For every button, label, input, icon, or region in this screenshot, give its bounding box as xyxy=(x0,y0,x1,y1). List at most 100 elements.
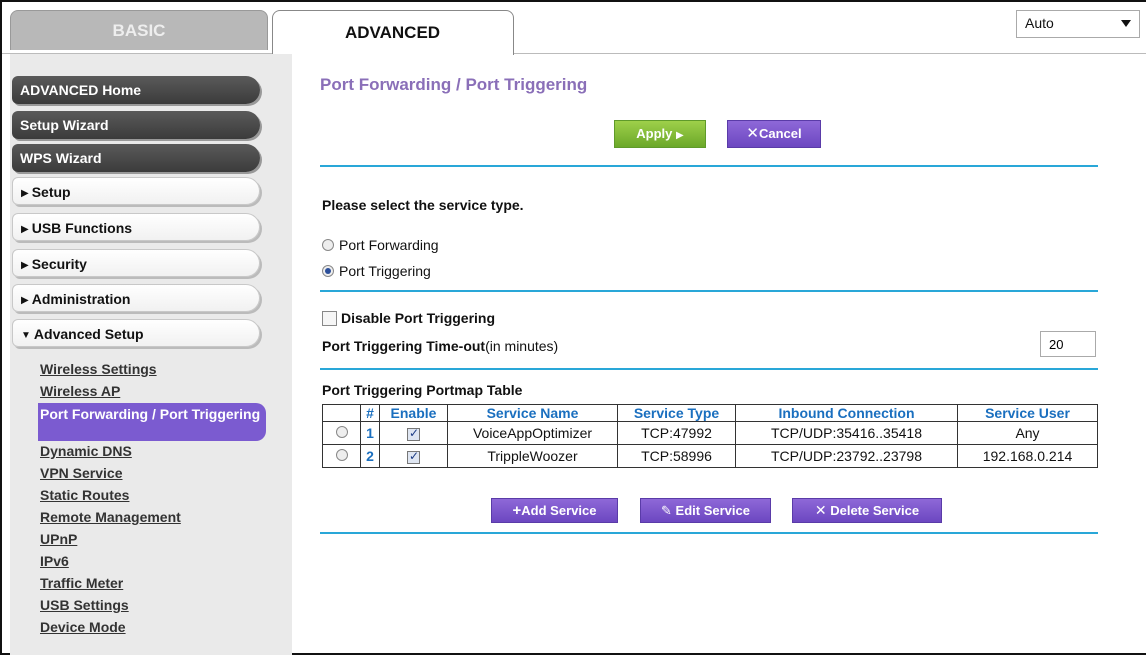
triangle-right-icon: ▶ xyxy=(21,295,29,306)
sidebar-setup-wizard-button[interactable]: Setup Wizard xyxy=(12,111,260,139)
sidebar-item-wireless-settings[interactable]: Wireless Settings xyxy=(40,359,268,381)
delete-service-label: Delete Service xyxy=(830,503,920,518)
router-admin-window: BASIC ADVANCED Auto ADVANCED Home Setup … xyxy=(0,0,1146,655)
sidebar-item-dynamic-dns[interactable]: Dynamic DNS xyxy=(40,441,268,463)
table-header: Service User xyxy=(957,404,1098,422)
sidebar-item-wireless-ap[interactable]: Wireless AP xyxy=(40,381,268,403)
delete-service-button[interactable]: ✕ Delete Service xyxy=(792,498,942,523)
radio-port-triggering[interactable]: Port Triggering xyxy=(322,263,431,279)
row-service-type: TCP:47992 xyxy=(617,421,736,445)
radio-label: Port Triggering xyxy=(339,263,431,279)
timeout-label: Port Triggering Time-out(in minutes) xyxy=(322,338,558,354)
tab-basic[interactable]: BASIC xyxy=(10,10,268,50)
tab-advanced[interactable]: ADVANCED xyxy=(272,10,514,55)
timeout-input[interactable] xyxy=(1040,331,1096,357)
sidebar-item-traffic-meter[interactable]: Traffic Meter xyxy=(40,573,268,595)
pencil-icon: ✎ xyxy=(661,503,672,518)
sidebar-section-label: Security xyxy=(31,256,87,272)
plus-icon: + xyxy=(512,502,522,519)
row-enable-checkbox[interactable] xyxy=(407,426,420,441)
table-header: Inbound Connection xyxy=(735,404,958,422)
cancel-button-label: Cancel xyxy=(758,126,802,141)
sidebar-section-security[interactable]: ▶ Security xyxy=(12,249,260,277)
disable-port-triggering-row[interactable]: Disable Port Triggering xyxy=(322,310,495,326)
row-enable-cell xyxy=(379,421,448,445)
edit-service-button[interactable]: ✎ Edit Service xyxy=(640,498,771,523)
row-number: 1 xyxy=(360,421,380,445)
sidebar-item-device-mode[interactable]: Device Mode xyxy=(40,617,268,639)
sidebar-item-remote-management[interactable]: Remote Management xyxy=(40,507,268,529)
language-select-value: Auto xyxy=(1025,15,1054,31)
triangle-right-icon: ▶ xyxy=(21,188,29,199)
sidebar-item-ipv6[interactable]: IPv6 xyxy=(40,551,268,573)
timeout-label-bold: Port Triggering Time-out xyxy=(322,338,486,354)
add-service-button[interactable]: +Add Service xyxy=(491,498,618,523)
divider xyxy=(320,165,1098,167)
sidebar-wps-wizard-button[interactable]: WPS Wizard xyxy=(12,144,260,172)
main-content: Port Forwarding / Port Triggering Apply … xyxy=(302,54,1146,655)
table-header: # xyxy=(360,404,380,422)
row-service-user: Any xyxy=(957,421,1098,445)
divider xyxy=(320,368,1098,370)
language-select[interactable]: Auto xyxy=(1016,10,1140,38)
sidebar-item-upnp[interactable]: UPnP xyxy=(40,529,268,551)
cancel-button[interactable]: ✕Cancel xyxy=(727,120,821,148)
divider xyxy=(320,290,1098,292)
row-select-radio[interactable] xyxy=(335,426,348,438)
row-service-name: VoiceAppOptimizer xyxy=(447,421,618,445)
add-service-label: Add Service xyxy=(521,503,597,518)
divider xyxy=(320,532,1098,534)
close-icon: ✕ xyxy=(746,125,759,142)
close-icon: ✕ xyxy=(814,502,827,518)
row-select-cell xyxy=(322,444,361,468)
row-select-cell xyxy=(322,421,361,445)
play-arrow-icon: ▶ xyxy=(676,130,684,141)
sidebar-section-label: USB Functions xyxy=(31,220,133,236)
sidebar-section-administration[interactable]: ▶ Administration xyxy=(12,284,260,312)
sidebar-advanced-home-button[interactable]: ADVANCED Home xyxy=(12,76,260,104)
sidebar-item-usb-settings[interactable]: USB Settings xyxy=(40,595,268,617)
row-select-radio[interactable] xyxy=(335,449,348,461)
sidebar-item-port-forwarding[interactable]: Port Forwarding / Port Triggering xyxy=(38,403,266,441)
disable-port-triggering-label: Disable Port Triggering xyxy=(341,310,496,326)
triangle-right-icon: ▶ xyxy=(21,260,29,271)
row-enable-checkbox[interactable] xyxy=(407,449,420,464)
sidebar-item-static-routes[interactable]: Static Routes xyxy=(40,485,268,507)
disable-port-triggering-checkbox[interactable] xyxy=(322,310,337,326)
service-type-prompt: Please select the service type. xyxy=(322,197,524,213)
sidebar: ADVANCED Home Setup Wizard WPS Wizard ▶ S… xyxy=(10,54,292,655)
sidebar-section-usb-functions[interactable]: ▶ USB Functions xyxy=(12,213,260,241)
portmap-table: # Enable Service Name Service Type Inbou… xyxy=(322,404,1098,468)
table-header: Service Type xyxy=(617,404,736,422)
chevron-down-icon xyxy=(1121,20,1131,27)
table-header-row: # Enable Service Name Service Type Inbou… xyxy=(322,404,1098,422)
row-inbound-connection: TCP/UDP:35416..35418 xyxy=(735,421,958,445)
row-enable-cell xyxy=(379,444,448,468)
row-service-type: TCP:58996 xyxy=(617,444,736,468)
top-tab-bar: BASIC ADVANCED Auto xyxy=(2,2,1146,55)
row-number: 2 xyxy=(360,444,380,468)
table-row: 1 VoiceAppOptimizer TCP:47992 TCP/UDP:35… xyxy=(322,421,1098,445)
radio-port-forwarding[interactable]: Port Forwarding xyxy=(322,237,439,253)
table-header-select xyxy=(322,404,361,422)
sidebar-section-label: Setup xyxy=(31,184,71,200)
table-row: 2 TrippleWoozer TCP:58996 TCP/UDP:23792.… xyxy=(322,444,1098,468)
table-header: Enable xyxy=(379,404,448,422)
advanced-setup-menu: Wireless Settings Wireless AP Port Forwa… xyxy=(38,359,268,639)
sidebar-section-advanced-setup[interactable]: ▼ Advanced Setup xyxy=(12,319,260,347)
apply-button-label: Apply xyxy=(636,126,673,141)
radio-button[interactable] xyxy=(322,239,334,251)
radio-button-selected[interactable] xyxy=(322,265,334,277)
row-service-name: TrippleWoozer xyxy=(447,444,618,468)
sidebar-section-setup[interactable]: ▶ Setup xyxy=(12,177,260,205)
sidebar-item-vpn-service[interactable]: VPN Service xyxy=(40,463,268,485)
triangle-right-icon: ▶ xyxy=(21,224,29,235)
sidebar-section-label: Advanced Setup xyxy=(33,326,144,342)
triangle-down-icon: ▼ xyxy=(21,330,31,341)
row-service-user: 192.168.0.214 xyxy=(957,444,1098,468)
sidebar-section-label: Administration xyxy=(31,291,131,307)
page-title: Port Forwarding / Port Triggering xyxy=(320,75,588,94)
apply-button[interactable]: Apply ▶ xyxy=(614,120,706,148)
portmap-table-title: Port Triggering Portmap Table xyxy=(322,382,523,398)
row-inbound-connection: TCP/UDP:23792..23798 xyxy=(735,444,958,468)
